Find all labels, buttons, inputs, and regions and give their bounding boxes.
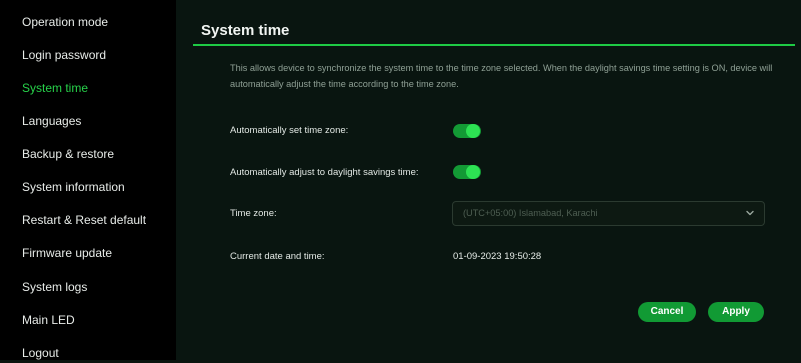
auto-timezone-toggle[interactable] [453, 124, 481, 138]
auto-dst-toggle[interactable] [453, 165, 481, 179]
sidebar-item-system-information[interactable]: System information [22, 177, 125, 197]
cancel-button[interactable]: Cancel [638, 302, 696, 322]
sidebar-item-system-logs[interactable]: System logs [22, 277, 87, 297]
auto-dst-label: Automatically adjust to daylight savings… [230, 167, 419, 178]
auto-timezone-label: Automatically set time zone: [230, 125, 349, 136]
sidebar-item-operation-mode[interactable]: Operation mode [22, 12, 108, 32]
time-zone-value: (UTC+05:00) Islamabad, Karachi [463, 208, 598, 218]
sidebar-item-login-password[interactable]: Login password [22, 45, 106, 65]
time-zone-label: Time zone: [230, 208, 277, 219]
sidebar-item-restart-reset[interactable]: Restart & Reset default [22, 210, 146, 230]
sidebar-item-main-led[interactable]: Main LED [22, 310, 75, 330]
time-zone-select[interactable]: (UTC+05:00) Islamabad, Karachi [452, 201, 765, 226]
sidebar-item-backup-restore[interactable]: Backup & restore [22, 144, 114, 164]
main-panel: System time This allows device to synchr… [176, 0, 801, 360]
sidebar: Operation mode Login password System tim… [0, 0, 176, 360]
apply-button[interactable]: Apply [708, 302, 764, 322]
toggle-knob [466, 124, 480, 138]
chevron-down-icon [746, 210, 754, 216]
current-datetime-label: Current date and time: [230, 251, 325, 262]
page-title: System time [201, 22, 290, 39]
toggle-knob [466, 165, 480, 179]
sidebar-item-firmware-update[interactable]: Firmware update [22, 243, 112, 263]
sidebar-item-languages[interactable]: Languages [22, 111, 81, 131]
current-datetime-value: 01-09-2023 19:50:28 [453, 251, 542, 262]
title-divider [193, 44, 795, 46]
description-text: This allows device to synchronize the sy… [230, 63, 773, 89]
sidebar-item-logout[interactable]: Logout [22, 343, 59, 363]
sidebar-item-system-time[interactable]: System time [22, 78, 88, 98]
